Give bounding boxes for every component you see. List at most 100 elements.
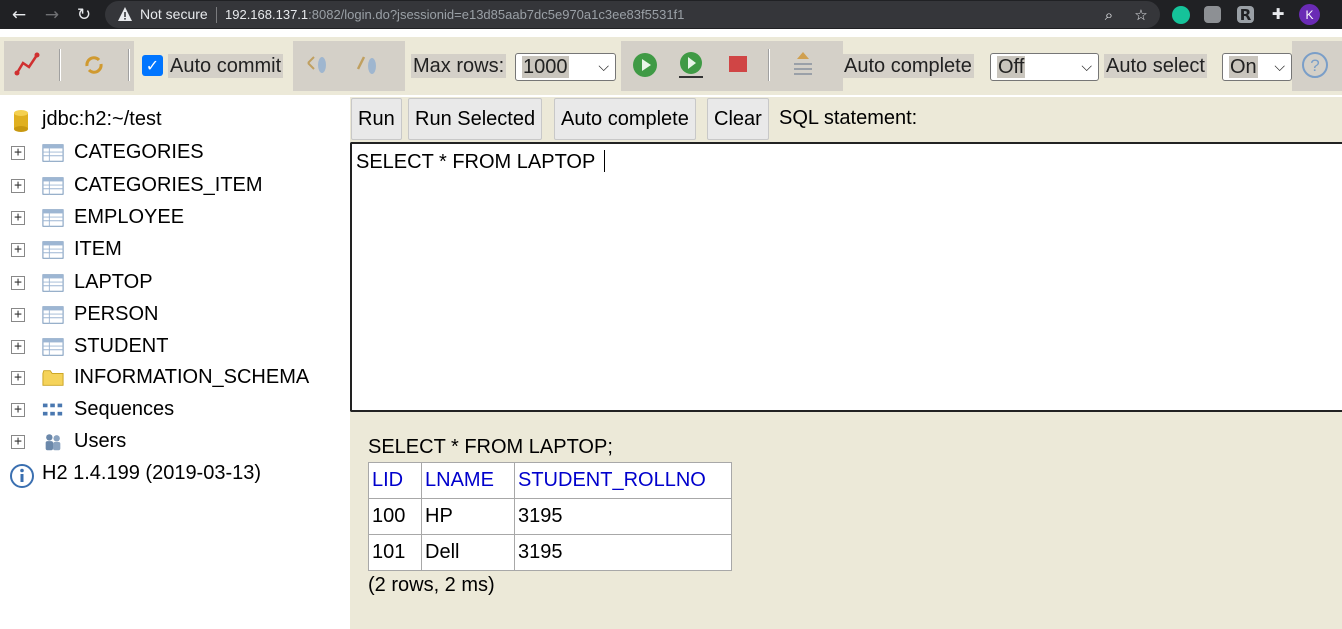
browser-bar: ← → ↻ Not secure 192.168.137.1:8082/logi… [0,0,1342,29]
table-icon [42,306,64,324]
history-icon[interactable] [786,47,820,83]
table-cell: 3195 [514,534,732,571]
tree-table-item[interactable]: + STUDENT [0,333,345,363]
url-text[interactable]: 192.168.137.1:8082/login.do?jsessionid=e… [225,7,684,22]
table-cell: 100 [368,498,422,535]
expand-icon[interactable]: + [11,146,25,160]
sql-editor[interactable]: SELECT * FROM LAPTOP [350,142,1342,412]
auto-select-value: On [1229,56,1258,78]
chevron-down-icon: ⌵ [1081,59,1092,75]
sql-statement-label: SQL statement: [779,107,918,129]
run-selected-button[interactable]: Run Selected [408,98,543,140]
expand-icon[interactable]: + [11,340,25,354]
expand-icon[interactable]: + [11,243,25,257]
expand-icon[interactable]: + [11,179,25,193]
tree-users[interactable]: + Users [0,428,345,458]
help-icon[interactable]: ? [1298,47,1332,83]
profile-avatar[interactable]: K [1299,4,1320,25]
schema-tree: jdbc:h2:~/test + CATEGORIES + CATEGORIES_IT… [0,97,345,629]
forward-icon[interactable]: → [41,4,63,26]
warning-icon[interactable] [117,5,133,23]
grammarly-extension-icon[interactable] [1172,6,1190,24]
info-icon [10,464,34,488]
table-label: EMPLOYEE [74,206,185,228]
schema-label: INFORMATION_SCHEMA [74,366,310,388]
expand-icon[interactable]: + [11,211,25,225]
sequences-label: Sequences [74,398,175,420]
tree-table-item[interactable]: + PERSON [0,301,345,331]
stop-icon[interactable] [721,47,755,83]
table-row: 101 Dell 3195 [368,534,732,571]
users-icon [45,434,61,451]
table-cell: 3195 [514,498,732,535]
text-caret [603,150,605,172]
auto-complete-label: Auto complete [842,54,974,78]
tree-table-item[interactable]: + ITEM [0,236,345,266]
table-cell: Dell [421,534,515,571]
rollback-icon[interactable] [300,47,334,83]
max-rows-select[interactable]: 1000 ⌵ [515,53,616,81]
commit-icon[interactable] [350,47,384,83]
tree-information-schema[interactable]: + INFORMATION_SCHEMA [0,364,345,394]
r-extension-icon[interactable]: R [1237,6,1254,24]
auto-select-select[interactable]: On ⌵ [1222,53,1292,81]
auto-select-label: Auto select [1104,54,1207,78]
sequences-icon [42,403,63,416]
address-bar[interactable]: Not secure 192.168.137.1:8082/login.do?j… [105,1,1160,28]
result-table: LID LNAME STUDENT_ROLLNO 100 HP 3195 101 Dell 3… [368,462,732,571]
toolbar-separator [128,49,130,81]
table-row: 100 HP 3195 [368,498,732,535]
column-header[interactable]: LNAME [421,462,515,499]
table-label: STUDENT [74,335,169,357]
tree-sequences[interactable]: + Sequences [0,396,345,426]
puzzle-icon[interactable]: ✚ [1268,4,1288,24]
run-button[interactable]: Run [351,98,402,140]
not-secure-label[interactable]: Not secure [140,6,208,22]
table-icon [42,338,64,356]
run-selected-icon[interactable] [674,47,708,83]
back-icon[interactable]: ← [8,4,30,26]
tree-connection[interactable]: jdbc:h2:~/test [0,106,345,136]
max-rows-value: 1000 [522,56,569,78]
auto-commit-checkbox[interactable]: ✓ [142,55,163,76]
extension-icon[interactable] [1204,6,1221,23]
result-statement: SELECT * FROM LAPTOP; [368,436,613,458]
table-icon [42,177,64,195]
expand-icon[interactable]: + [11,435,25,449]
tree-table-item[interactable]: + LAPTOP [0,269,345,299]
table-icon [42,209,64,227]
max-rows-label: Max rows: [411,54,507,78]
zoom-icon[interactable]: ⌕ [1099,5,1119,25]
expand-icon[interactable]: + [11,403,25,417]
chevron-down-icon: ⌵ [598,59,609,75]
result-info: (2 rows, 2 ms) [368,574,495,596]
expand-icon[interactable]: + [11,308,25,322]
disconnect-icon[interactable] [10,47,44,83]
refresh-icon[interactable] [77,47,111,83]
chevron-down-icon: ⌵ [1274,59,1285,75]
result-header-row: LID LNAME STUDENT_ROLLNO [368,462,732,499]
run-icon[interactable] [628,47,662,83]
table-label: CATEGORIES [74,141,204,163]
table-label: LAPTOP [74,271,153,293]
table-label: ITEM [74,238,122,260]
expand-icon[interactable]: + [11,276,25,290]
url-path: :8082/login.do?jsessionid=e13d85aab7dc5e… [308,7,685,22]
omnibox-divider [216,7,217,23]
reload-icon[interactable]: ↻ [73,4,95,26]
tree-table-item[interactable]: + CATEGORIES_ITEM [0,172,345,202]
tree-version: H2 1.4.199 (2019-03-13) [0,460,345,490]
tree-table-item[interactable]: + EMPLOYEE [0,204,345,234]
column-header[interactable]: STUDENT_ROLLNO [514,462,732,499]
auto-complete-select[interactable]: Off ⌵ [990,53,1099,81]
star-icon[interactable]: ☆ [1131,5,1151,25]
column-header[interactable]: LID [368,462,422,499]
tree-table-item[interactable]: + CATEGORIES [0,139,345,169]
auto-complete-button[interactable]: Auto complete [554,98,696,140]
table-cell: HP [421,498,515,535]
auto-complete-value: Off [997,56,1026,78]
clear-button[interactable]: Clear [707,98,769,140]
database-icon [14,110,28,132]
expand-icon[interactable]: + [11,371,25,385]
sql-text: SELECT * FROM LAPTOP [356,151,601,173]
